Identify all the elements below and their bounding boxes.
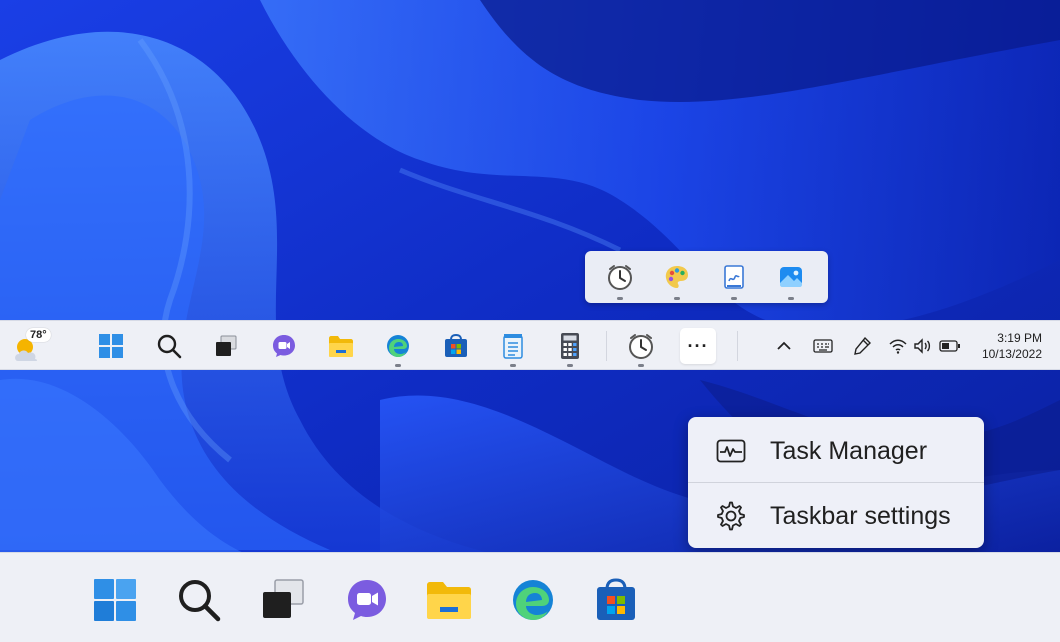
file-explorer-icon[interactable] [323,328,359,364]
photos-icon[interactable] [774,260,808,300]
clock-app-icon[interactable] [603,260,637,300]
taskbar-overflow-button[interactable]: ··· [680,328,716,364]
teams-chat-icon[interactable] [340,573,394,627]
menu-divider [688,482,984,483]
taskbar-large [0,552,1060,642]
clock-time: 3:19 PM [997,331,1042,345]
clock-date-display[interactable]: 3:19 PM 10/13/2022 [982,330,1042,362]
menu-item-task-manager[interactable]: Task Manager [688,419,984,483]
whiteboard-icon[interactable] [717,260,751,300]
weather-widget[interactable]: 78° [12,328,51,363]
start-icon[interactable] [93,328,129,364]
chevron-up-icon[interactable] [772,334,796,358]
menu-item-taskbar-settings[interactable]: Taskbar settings [688,484,984,548]
menu-item-label: Task Manager [770,436,928,465]
calculator-icon[interactable] [552,328,588,367]
store-icon[interactable] [589,573,643,627]
weather-temperature: 78° [26,328,51,342]
taskbar-separator [606,331,607,361]
wifi-icon[interactable] [886,334,910,358]
teams-chat-icon[interactable] [266,328,302,364]
search-icon[interactable] [172,573,226,627]
taskbar-small: 78° ··· 3:19 PM 10/13/2022 [0,320,1060,370]
task-manager-icon [714,434,748,468]
keyboard-icon[interactable] [811,334,835,358]
store-icon[interactable] [438,328,474,364]
notepad-icon[interactable] [495,328,531,367]
battery-icon[interactable] [938,334,962,358]
search-icon[interactable] [151,328,187,364]
gear-icon [714,499,748,533]
start-icon[interactable] [88,573,142,627]
taskbar-overflow-flyout [585,251,828,303]
volume-icon[interactable] [911,334,935,358]
task-view-icon[interactable] [256,573,310,627]
more-icon: ··· [687,336,709,356]
edge-icon[interactable] [506,573,560,627]
task-view-icon[interactable] [208,328,244,364]
taskbar-separator [737,331,738,361]
paint-icon[interactable] [660,260,694,300]
clock-date: 10/13/2022 [981,347,1042,361]
clock-app-icon[interactable] [623,328,659,367]
edge-icon[interactable] [380,328,416,367]
taskbar-context-menu: Task Manager Taskbar settings [688,417,984,548]
menu-item-label: Taskbar settings [770,501,951,530]
file-explorer-icon[interactable] [422,573,476,627]
pen-icon[interactable] [850,334,874,358]
